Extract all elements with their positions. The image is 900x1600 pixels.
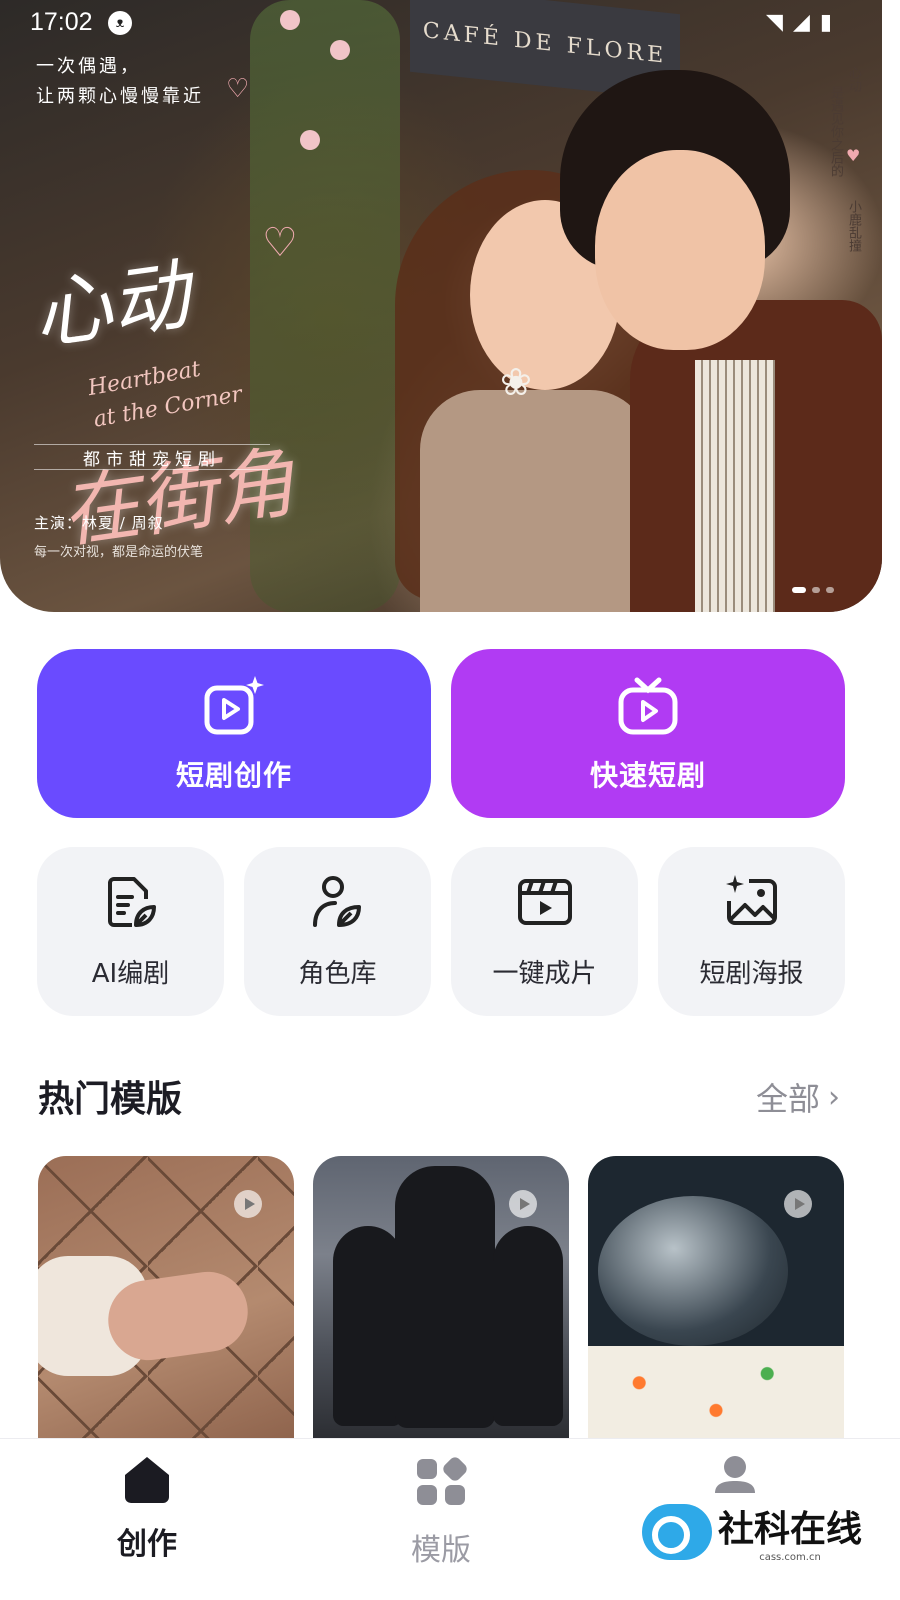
quick-drama-button[interactable]: 快速短剧 [451, 649, 845, 818]
battery-icon: ▮ [819, 10, 832, 35]
see-all-link[interactable]: 全部 › [756, 1074, 840, 1120]
heart-icon: ♡ [262, 220, 298, 266]
play-icon[interactable] [234, 1190, 262, 1218]
tab-create-label: 创作 [117, 1527, 177, 1562]
character-library-tile[interactable]: 角色库 [244, 847, 431, 1016]
carousel-indicator [792, 587, 834, 593]
card-figure-shape [395, 1166, 495, 1428]
character-library-label: 角色库 [298, 959, 377, 989]
carousel-dot [812, 587, 820, 593]
flower-decoration [330, 40, 350, 60]
drama-poster-label: 短剧海报 [699, 959, 804, 989]
watermark-text: 社科在线 [718, 1508, 863, 1550]
poster-side-text: 心动 [846, 66, 861, 92]
banner-man-face [595, 150, 765, 350]
one-click-film-label: 一键成片 [492, 959, 597, 989]
template-card[interactable] [588, 1156, 844, 1438]
status-time: 17:02 [30, 8, 93, 36]
card-figure-shape [333, 1226, 403, 1426]
flower-decoration [300, 130, 320, 150]
tab-create[interactable]: 创作 [67, 1453, 227, 1563]
image-sparkle-icon [725, 875, 777, 925]
hair-bow-icon: ❀ [500, 360, 532, 404]
hero-banner[interactable]: CAFÉ DE FLORE ❀ 一次偶遇， 让两颗心慢慢靠近 ♡ 心动 在街角 … [0, 0, 882, 612]
card-rice-shape [588, 1346, 844, 1438]
person-leaf-icon [312, 876, 361, 927]
card-figure-shape [493, 1226, 563, 1426]
status-icons: ◥ ◢ ▮ [766, 10, 832, 35]
heart-icon: ♡ [226, 74, 250, 104]
poster-side-text: 小鹿乱撞 [846, 200, 861, 252]
template-card[interactable] [313, 1156, 569, 1438]
cat-notification-icon: ᴥ [108, 11, 132, 35]
carousel-dot-active [792, 587, 806, 593]
short-drama-create-button[interactable]: 短剧创作 [37, 649, 431, 818]
poster-genre: 都市甜宠短剧 [34, 444, 270, 470]
clapper-play-icon [517, 879, 572, 925]
poster-side-text: 是遇见你之后的 [828, 86, 843, 177]
poster-title-line1: 心动 [27, 250, 195, 362]
video-sparkle-icon [204, 675, 264, 734]
ai-script-label: AI编剧 [91, 959, 170, 989]
signal-icon: ◢ [792, 10, 810, 35]
grid-icon [417, 1457, 467, 1505]
heart-icon: ♥ [846, 146, 861, 165]
wifi-icon: ◥ [766, 10, 783, 35]
watermark-subtext: cass.com.cn [759, 1552, 821, 1563]
card-spoon-shape [598, 1196, 788, 1346]
tab-templates[interactable]: 模版 [361, 1453, 521, 1569]
quick-drama-label: 快速短剧 [589, 758, 706, 792]
watermark: 社科在线 cass.com.cn [642, 1500, 862, 1563]
poster-quote: 每一次对视，都是命运的伏笔 [34, 545, 204, 560]
script-pen-icon [107, 877, 156, 927]
poster-tagline: 一次偶遇， 让两颗心慢慢靠近 [36, 56, 204, 107]
user-icon [715, 1456, 755, 1493]
banner-man-shirt [695, 360, 775, 612]
ai-script-tile[interactable]: AI编剧 [37, 847, 224, 1016]
drama-poster-tile[interactable]: 短剧海报 [658, 847, 845, 1016]
tab-templates-label: 模版 [411, 1533, 471, 1568]
template-card[interactable] [38, 1156, 294, 1438]
flower-decoration [280, 10, 300, 30]
short-drama-create-label: 短剧创作 [175, 758, 292, 792]
chevron-right-icon: › [828, 1079, 840, 1115]
tv-play-icon [618, 677, 678, 734]
poster-cast: 主演：林夏 / 周叙 [34, 514, 164, 532]
see-all-label: 全部 [755, 1080, 820, 1118]
play-icon[interactable] [509, 1190, 537, 1218]
home-icon [125, 1457, 169, 1503]
one-click-film-tile[interactable]: 一键成片 [451, 847, 638, 1016]
tab-profile[interactable] [655, 1453, 815, 1505]
watermark-logo-icon [642, 1503, 712, 1560]
hot-templates-title: 热门模版 [38, 1079, 183, 1120]
banner-woman-sweater [420, 390, 650, 612]
play-icon[interactable] [784, 1190, 812, 1218]
carousel-dot [826, 587, 834, 593]
